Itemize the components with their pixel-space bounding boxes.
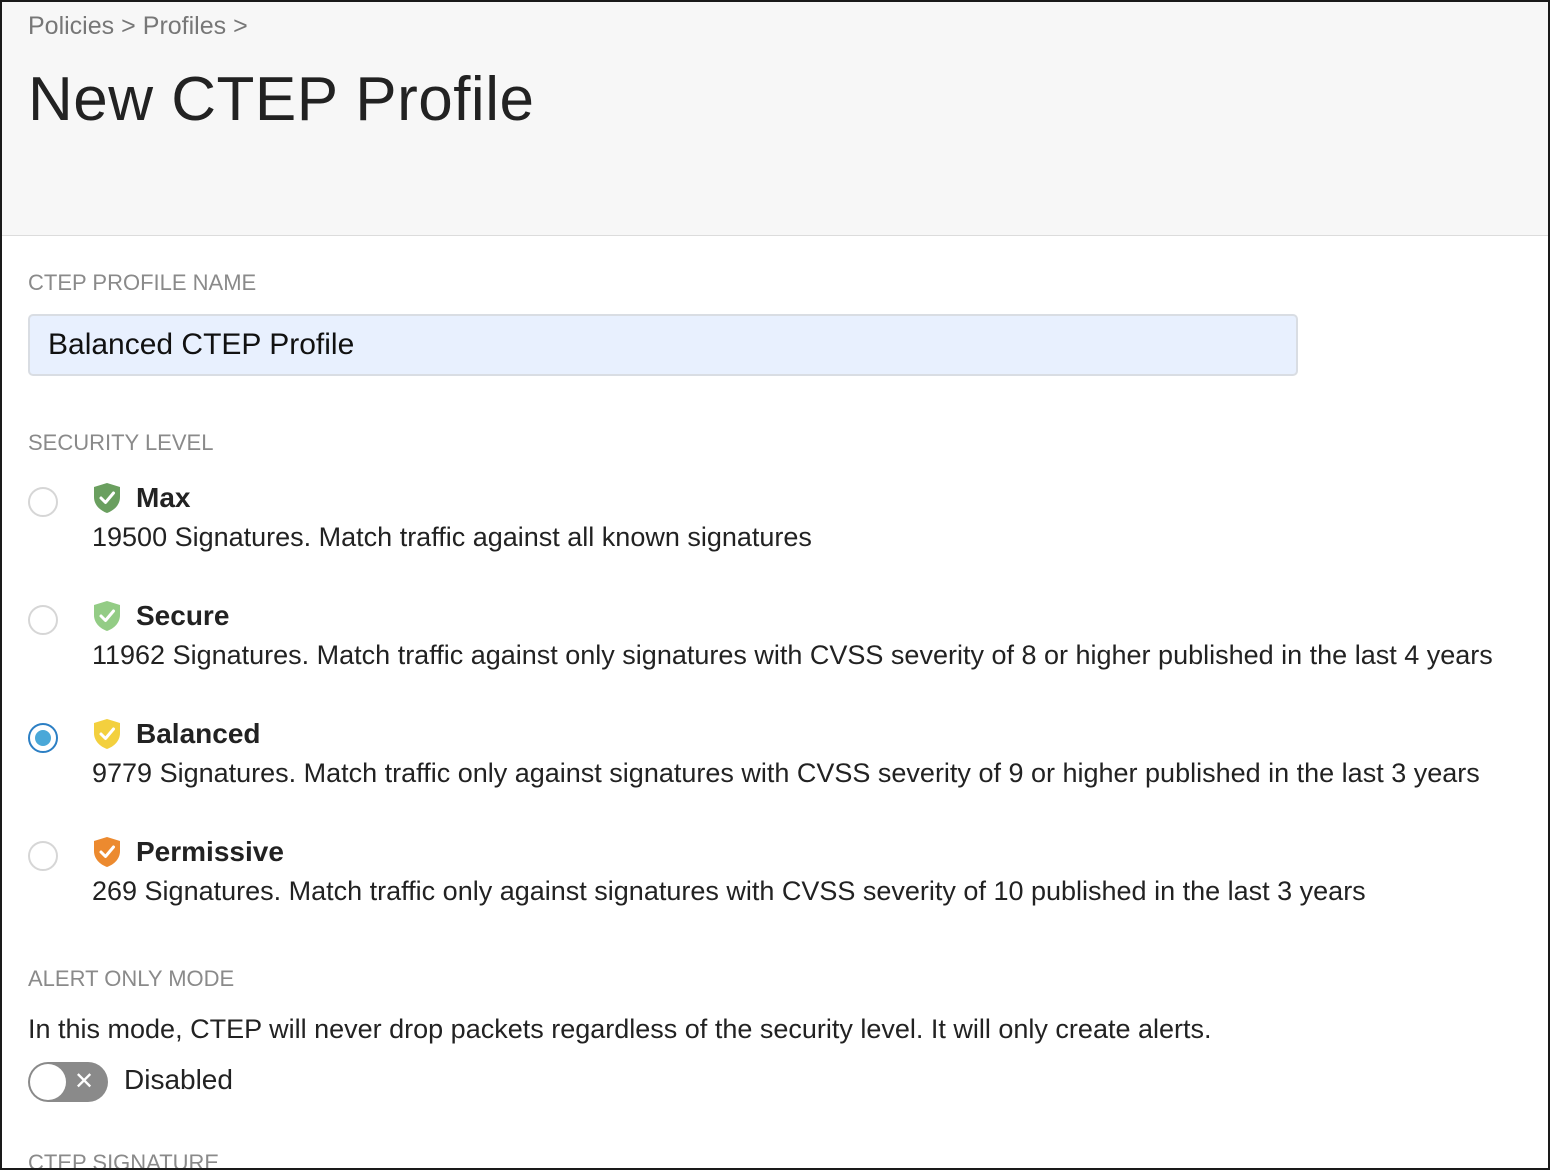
close-icon: ✕	[74, 1068, 95, 1095]
security-option-secure: Secure 11962 Signatures. Match traffic a…	[28, 600, 1528, 700]
option-description: 19500 Signatures. Match traffic against …	[92, 522, 812, 552]
breadcrumb-link-profiles[interactable]: Profiles	[143, 12, 226, 40]
shield-shape	[94, 719, 120, 749]
alert-only-description: In this mode, CTEP will never drop packe…	[28, 1014, 1212, 1044]
breadcrumb: Policies > Profiles >	[28, 12, 255, 41]
alert-only-state: Disabled	[124, 1064, 233, 1095]
app-frame: Policies > Profiles > New CTEP Profile CTEP…	[0, 0, 1550, 1170]
page-title: New CTEP Profile	[28, 65, 535, 134]
ctep-signature-label: CTEP SIGNATURE	[28, 1150, 220, 1170]
security-option-max: Max 19500 Signatures. Match traffic agai…	[28, 482, 1528, 582]
profile-name-label: CTEP PROFILE NAME	[28, 270, 257, 295]
breadcrumb-link-policies[interactable]: Policies	[28, 12, 114, 40]
shield-check-icon	[94, 601, 120, 631]
option-title: Secure	[136, 600, 230, 631]
shield-check-icon	[94, 837, 120, 867]
radio-balanced[interactable]	[28, 723, 58, 753]
shield-shape	[94, 483, 120, 513]
radio-permissive[interactable]	[28, 841, 58, 871]
security-option-permissive: Permissive 269 Signatures. Match traffic…	[28, 836, 1528, 936]
alert-only-toggle[interactable]: ✕	[28, 1062, 108, 1102]
page-header: Policies > Profiles > New CTEP Profile	[2, 2, 1548, 236]
option-title: Permissive	[136, 836, 284, 867]
shield-check-icon	[94, 719, 120, 749]
breadcrumb-separator: >	[121, 12, 136, 40]
radio-max[interactable]	[28, 487, 58, 517]
option-description: 9779 Signatures. Match traffic only agai…	[92, 758, 1480, 788]
radio-secure[interactable]	[28, 605, 58, 635]
profile-name-input[interactable]	[28, 314, 1298, 376]
shield-check-icon	[94, 483, 120, 513]
option-description: 11962 Signatures. Match traffic against …	[92, 640, 1493, 670]
shield-shape	[94, 837, 120, 867]
option-title: Max	[136, 482, 191, 513]
breadcrumb-separator: >	[233, 12, 248, 40]
security-option-balanced: Balanced 9779 Signatures. Match traffic …	[28, 718, 1528, 818]
security-level-label: SECURITY LEVEL	[28, 430, 214, 455]
option-title: Balanced	[136, 718, 261, 749]
shield-shape	[94, 601, 120, 631]
toggle-knob	[30, 1064, 66, 1100]
alert-only-label: ALERT ONLY MODE	[28, 966, 235, 991]
option-description: 269 Signatures. Match traffic only again…	[92, 876, 1366, 906]
